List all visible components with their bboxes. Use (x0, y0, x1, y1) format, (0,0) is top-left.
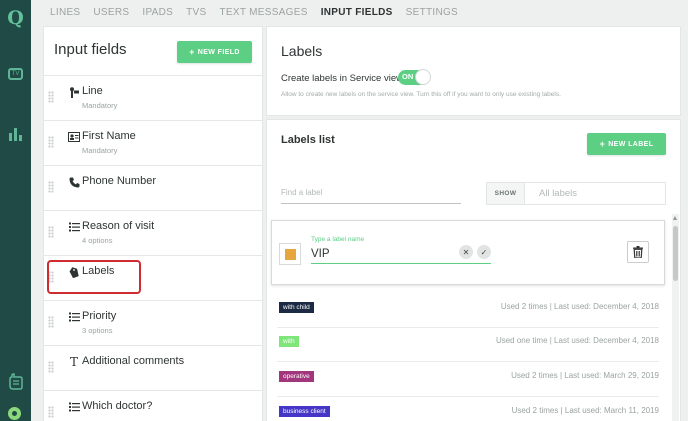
tab-text-messages[interactable]: TEXT MESSAGES (220, 7, 308, 18)
input-field-subtitle: 3 options (82, 326, 113, 335)
labels-settings-title: Labels (281, 43, 323, 59)
input-field-name: Reason of visit (82, 220, 155, 232)
show-filter-value[interactable]: All labels (539, 188, 577, 199)
input-field-subtitle: Mandatory (82, 101, 118, 110)
input-field-reason-of-visit[interactable]: Reason of visit 4 options (44, 211, 262, 256)
input-field-priority[interactable]: Priority 3 options (44, 301, 262, 346)
label-usage-stats: Used 2 times | Last used: March 29, 2019 (511, 371, 659, 380)
drag-handle-icon[interactable] (48, 91, 54, 103)
plus-icon: + (599, 139, 606, 149)
tab-tvs[interactable]: TVS (186, 7, 206, 18)
labels-list-title: Labels list (281, 134, 335, 146)
qminder-logo[interactable]: Q (6, 7, 25, 29)
label-color-swatch (284, 248, 296, 260)
drag-handle-icon[interactable] (48, 136, 54, 148)
show-button[interactable]: SHOW (487, 183, 525, 204)
label-chip[interactable]: with child (279, 302, 314, 313)
drag-handle-icon[interactable] (48, 181, 54, 193)
toggle-knob (415, 69, 431, 85)
top-tabs: LINES USERS IPADS TVS TEXT MESSAGES INPUT FIE… (50, 0, 471, 24)
label-usage-stats: Used 2 times | Last used: December 4, 20… (500, 302, 659, 311)
cancel-edit-icon[interactable]: ✕ (459, 245, 473, 259)
label-color-picker[interactable] (279, 243, 301, 265)
input-fields-panel: Input fields + NEW FIELD Line Mandatory Fir… (43, 26, 263, 421)
location-pin-icon[interactable] (6, 405, 23, 421)
tab-lines[interactable]: LINES (50, 7, 80, 18)
input-field-list: Line Mandatory First Name Mandatory Phone Nu… (44, 76, 262, 421)
input-field-name: Additional comments (82, 355, 185, 367)
input-field-name: Line (82, 85, 103, 97)
drag-handle-icon[interactable] (48, 406, 54, 418)
drag-handle-icon[interactable] (48, 226, 54, 238)
plus-icon: + (189, 47, 195, 57)
scrollbar-thumb[interactable] (673, 226, 678, 281)
label-name-field-label: Type a label name (311, 236, 365, 243)
statistics-icon[interactable] (6, 124, 25, 143)
input-field-subtitle: 4 options (82, 236, 113, 245)
input-field-line[interactable]: Line Mandatory (44, 76, 262, 121)
highlight-box (47, 260, 141, 294)
label-chip[interactable]: with (279, 336, 299, 347)
input-field-name: Phone Number (82, 175, 156, 187)
delete-label-icon[interactable] (627, 241, 649, 263)
input-field-additional-comments[interactable]: T Additional comments (44, 346, 262, 391)
create-labels-toggle[interactable]: ON (398, 69, 431, 85)
labels-settings-panel: Labels Create labels in Service view ON … (266, 26, 681, 116)
label-chip[interactable]: operative (279, 371, 314, 382)
labels-list-panel: Labels list +NEW LABEL SHOW All labels T… (266, 119, 681, 421)
label-editor: Type a label name ✕ ✓ (271, 220, 665, 285)
label-row[interactable]: business client Used 2 times | Last used:… (277, 398, 659, 421)
tab-input-fields[interactable]: INPUT FIELDS (321, 7, 393, 18)
tab-settings[interactable]: SETTINGS (406, 7, 458, 18)
text-icon: T (69, 355, 78, 369)
label-row[interactable]: with child Used 2 times | Last used: Dece… (277, 294, 659, 328)
new-field-button[interactable]: + NEW FIELD (177, 41, 252, 63)
find-label-input[interactable] (281, 182, 461, 204)
left-rail: Q TV (0, 0, 31, 421)
input-field-labels[interactable]: Labels (44, 256, 262, 301)
input-fields-title: Input fields (54, 41, 127, 58)
label-usage-stats: Used one time | Last used: December 4, 2… (495, 336, 659, 345)
tab-users[interactable]: USERS (93, 7, 129, 18)
label-row[interactable]: with Used one time | Last used: December … (277, 328, 659, 362)
line-icon (68, 86, 80, 98)
input-field-name: First Name (82, 130, 136, 142)
create-labels-text: Create labels in Service view (281, 73, 403, 84)
scroll-up-arrow-icon[interactable] (673, 216, 677, 220)
labels-scrollbar[interactable] (672, 214, 679, 421)
input-field-name: Which doctor? (82, 400, 153, 412)
list-icon (68, 221, 80, 233)
label-row[interactable]: operative Used 2 times | Last used: March… (277, 363, 659, 397)
drag-handle-icon[interactable] (48, 361, 54, 373)
show-filter[interactable]: SHOW All labels (486, 182, 666, 205)
list-icon (68, 401, 80, 413)
phone-icon (68, 176, 80, 188)
input-field-first-name[interactable]: First Name Mandatory (44, 121, 262, 166)
tab-ipads[interactable]: IPADS (142, 7, 173, 18)
help-hand-icon[interactable] (6, 372, 25, 391)
input-field-phone-number[interactable]: Phone Number (44, 166, 262, 211)
new-label-button[interactable]: + NEW LABEL (587, 133, 666, 155)
toggle-on-label: ON (402, 72, 414, 81)
input-fields-header: Input fields + NEW FIELD (44, 27, 262, 76)
input-field-name: Priority (82, 310, 117, 322)
list-icon (68, 311, 80, 323)
confirm-edit-icon[interactable]: ✓ (477, 245, 491, 259)
input-field-subtitle: Mandatory (82, 146, 118, 155)
label-chip[interactable]: business client (279, 406, 330, 417)
label-usage-stats: Used 2 times | Last used: March 11, 2019 (511, 406, 659, 415)
input-field-which-doctor[interactable]: Which doctor? (44, 391, 262, 421)
id-card-icon (68, 131, 80, 143)
drag-handle-icon[interactable] (48, 316, 54, 328)
tv-icon[interactable]: TV (6, 64, 25, 83)
create-labels-help: Allow to create new labels on the servic… (281, 91, 561, 98)
